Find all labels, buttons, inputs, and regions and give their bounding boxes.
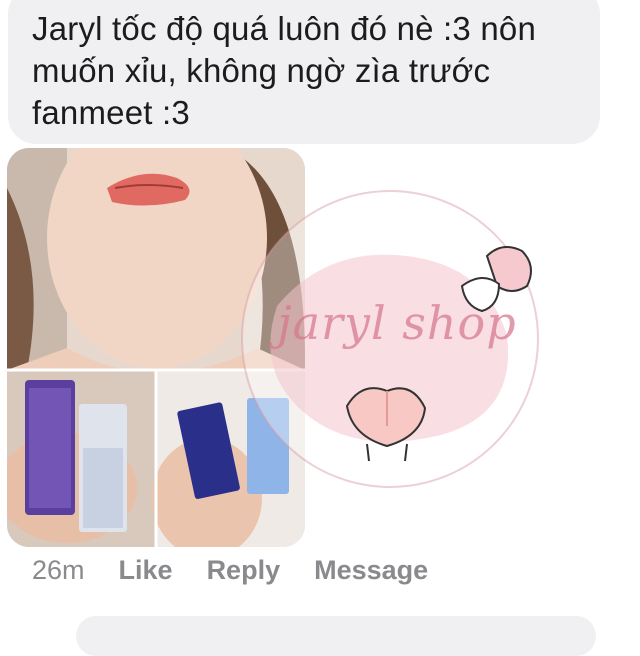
next-message-bubble: [76, 616, 596, 656]
message-text: Jaryl tốc độ quá luôn đó nè :3 nôn muốn …: [32, 10, 536, 131]
message-button[interactable]: Message: [314, 555, 428, 586]
timestamp: 26m: [32, 554, 85, 585]
reply-button[interactable]: Reply: [207, 555, 281, 586]
shop-watermark: jaryl shop: [237, 186, 543, 492]
like-button[interactable]: Like: [119, 555, 173, 586]
comment-actions: 26m Like Reply Message: [32, 552, 462, 588]
watermark-text: jaryl shop: [277, 296, 517, 350]
